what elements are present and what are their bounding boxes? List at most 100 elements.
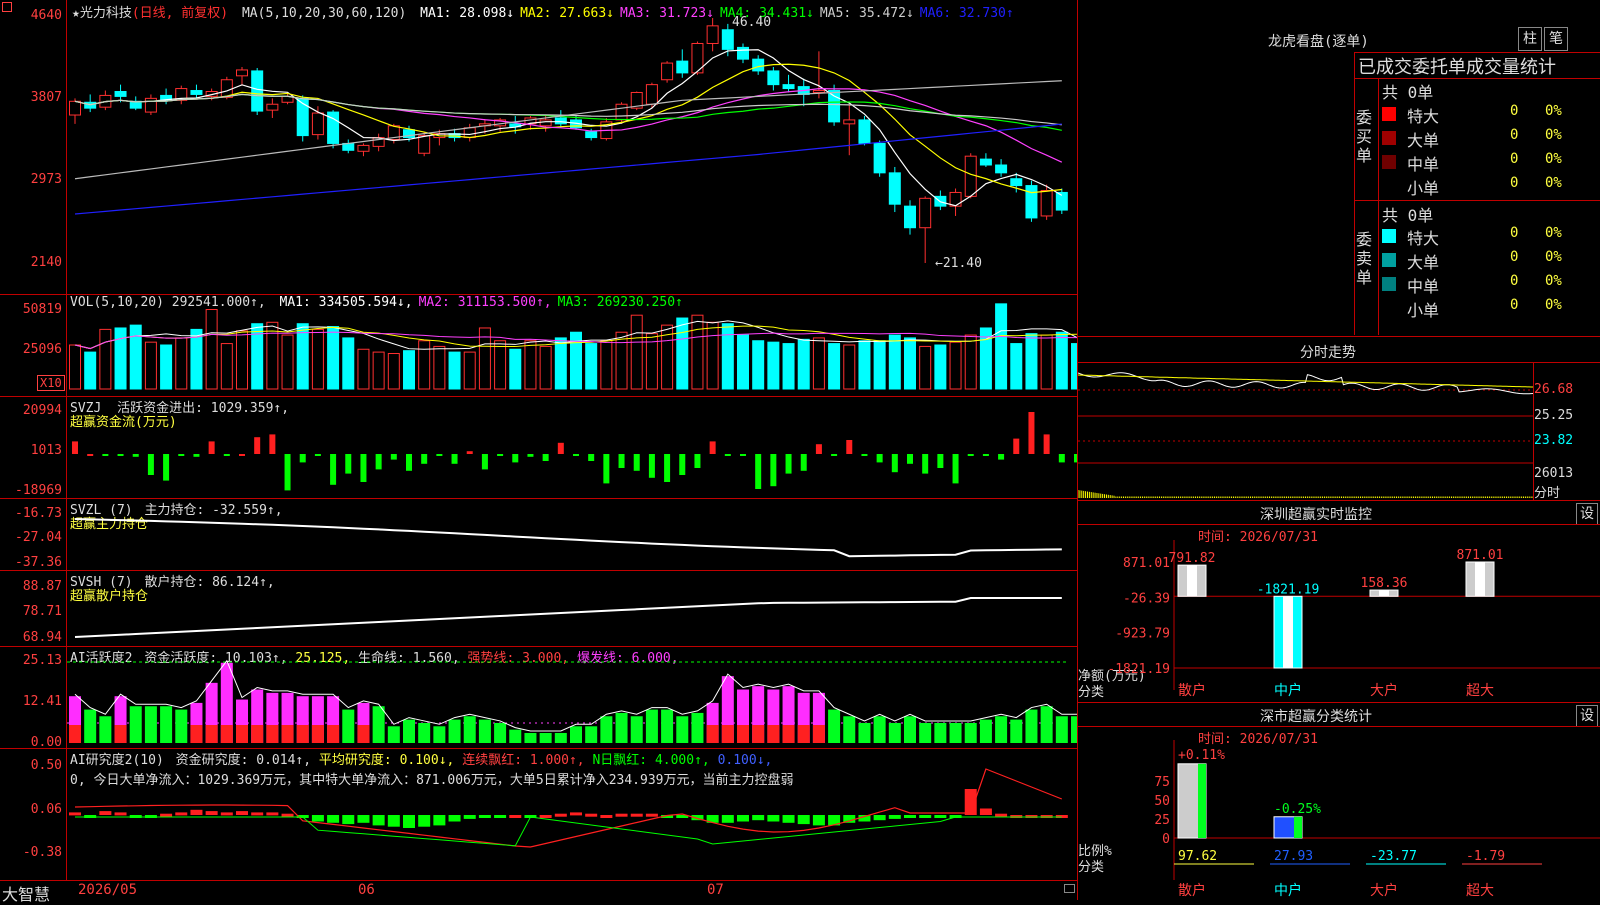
flow-bar: [451, 454, 458, 464]
research-bar: [873, 815, 886, 821]
activity-bar: [129, 706, 142, 743]
svzl-y-tick: -16.73: [15, 506, 62, 521]
ai-active-y-tick: 0.00: [30, 735, 62, 750]
flow-bar: [390, 454, 397, 460]
flow-bar: [436, 454, 443, 456]
order-color-swatch: [1382, 107, 1396, 121]
sz-classify-settings-button[interactable]: 设: [1576, 705, 1598, 727]
flow-bar: [573, 454, 579, 456]
flow-bar: [876, 454, 883, 463]
activity-bar: [1055, 716, 1068, 743]
research-bar: [220, 812, 233, 816]
candle: [995, 164, 1008, 174]
flow-bar: [1058, 454, 1065, 463]
activity-base: [251, 725, 264, 743]
ai-research-y-tick: 0.06: [30, 802, 62, 817]
candle: [873, 142, 886, 174]
divider: [1354, 200, 1600, 201]
activity-bar: [418, 722, 431, 743]
intraday-title: 分时走势: [1300, 345, 1356, 361]
research-bar: [327, 815, 340, 823]
flow-bar: [147, 454, 154, 475]
activity-bar: [1071, 716, 1077, 743]
flow-bar: [1043, 434, 1050, 454]
activity-bar: [433, 726, 446, 743]
candle: [919, 197, 932, 229]
volume-bar: [220, 343, 233, 390]
flow-bar: [603, 454, 610, 484]
activity-base: [782, 725, 795, 743]
order-color-swatch: [1382, 277, 1396, 291]
order-color-swatch: [1382, 155, 1396, 169]
lock-icon[interactable]: [1064, 884, 1075, 893]
buy-count: 共 0单: [1382, 83, 1434, 102]
volume-bar: [236, 330, 248, 390]
dragon-tiger-title: 龙虎看盘(逐单): [1268, 34, 1369, 50]
flow-bar: [861, 454, 868, 456]
sz-classify-y-tick: 75: [1154, 775, 1170, 790]
research-bar: [281, 813, 294, 817]
research-bar: [266, 812, 279, 816]
activity-base: [327, 725, 340, 743]
ai-research-y-tick: -0.38: [22, 845, 62, 860]
activity-base: [797, 725, 810, 743]
ratio-value: -1.79: [1466, 849, 1505, 864]
svzl-y-tick: -37.36: [15, 555, 62, 570]
flow-bar: [360, 454, 367, 482]
tab-stroke-mode[interactable]: 笔: [1544, 27, 1568, 51]
candle: [782, 84, 795, 90]
ratio-bar-accent: [1198, 763, 1206, 838]
research-bar: [767, 815, 780, 822]
volume-bar: [706, 321, 719, 390]
svsh-y-tick: 88.87: [22, 579, 62, 594]
sz-monitor-settings-button[interactable]: 设: [1576, 503, 1598, 525]
volume-bar: [99, 328, 112, 390]
candle: [1025, 185, 1038, 219]
order-count: 0: [1510, 103, 1519, 119]
candle: [266, 103, 279, 111]
sz-monitor-y-tick: 871.01: [1123, 556, 1170, 571]
svzj-chart: [72, 412, 1077, 491]
volume-bar: [843, 344, 856, 390]
vol-y-tick: 25096: [22, 342, 62, 357]
flow-bar: [724, 454, 731, 456]
volume-chart: [69, 303, 1077, 390]
holding-line: [74, 597, 1062, 638]
volume-bar: [327, 326, 340, 390]
flow-bar: [967, 454, 974, 456]
order-size-label: 小单: [1407, 179, 1440, 198]
candle: [539, 119, 552, 127]
activity-base: [721, 725, 734, 743]
intraday-chart[interactable]: [1078, 363, 1533, 499]
divider: [1078, 702, 1600, 703]
activity-base: [752, 725, 765, 743]
flow-bar: [755, 454, 762, 489]
volume-bar: [630, 314, 643, 390]
activity-bar: [904, 716, 916, 743]
volume-bar: [205, 309, 218, 390]
candlestick-chart[interactable]: [67, 0, 1077, 294]
category-label: 超大: [1466, 683, 1494, 699]
candle: [190, 90, 203, 95]
net-flow-value: -1821.19: [1257, 582, 1320, 597]
tab-bar-mode[interactable]: 柱: [1518, 27, 1542, 51]
research-bar: [372, 815, 385, 826]
vol-y-tick: 50819: [22, 302, 62, 317]
order-percent: 0%: [1545, 127, 1562, 143]
volume-bar: [1025, 333, 1038, 390]
flow-bar: [998, 454, 1005, 460]
volume-bar: [403, 350, 415, 390]
volume-bar: [84, 351, 97, 390]
activity-bar: [494, 722, 507, 743]
volume-bar: [266, 321, 279, 390]
candle: [1040, 189, 1053, 217]
activity-bar: [630, 716, 643, 743]
flow-bar: [527, 454, 534, 457]
net-flow-value: 158.36: [1361, 576, 1408, 591]
candle: [843, 119, 856, 125]
order-percent: 0%: [1545, 151, 1562, 167]
research-bar: [403, 815, 415, 828]
ratio-value: 27.93: [1274, 849, 1313, 864]
flow-bar: [117, 454, 124, 456]
net-flow-bar-highlight: [1187, 565, 1197, 597]
